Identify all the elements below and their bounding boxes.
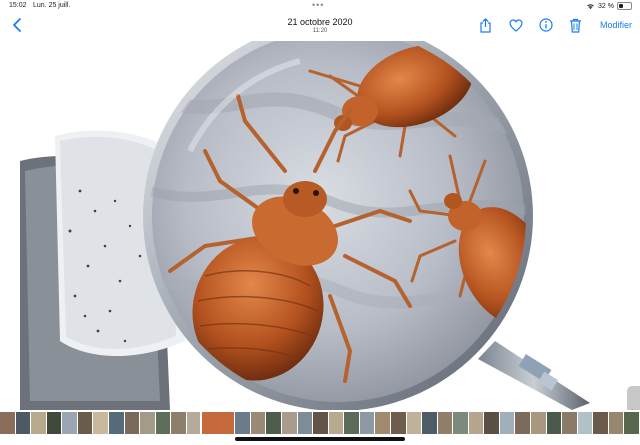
thumbnail[interactable]: [0, 412, 16, 434]
status-bar: 15:02 Lun. 25 juill. ••• 32 %: [0, 0, 640, 12]
thumbnail[interactable]: [484, 412, 500, 434]
thumbnail[interactable]: [282, 412, 298, 434]
info-icon: [539, 18, 553, 32]
multitasking-dots-icon[interactable]: •••: [312, 0, 324, 10]
thumbnail[interactable]: [390, 412, 407, 434]
edit-button[interactable]: Modifier: [600, 20, 632, 30]
delete-button[interactable]: [568, 17, 584, 33]
share-button[interactable]: [478, 17, 494, 33]
thumbnail[interactable]: [375, 412, 391, 434]
thumbnail[interactable]: [124, 412, 141, 434]
heart-icon: [509, 18, 523, 32]
share-icon: [480, 17, 492, 33]
thumbnail[interactable]: [266, 412, 283, 434]
thumbnail[interactable]: [562, 412, 578, 434]
thumbnail[interactable]: [546, 412, 563, 434]
thumbnail-selected[interactable]: [200, 412, 238, 434]
thumbnail[interactable]: [468, 412, 485, 434]
thumbnail[interactable]: [108, 412, 125, 434]
thumbnail[interactable]: [140, 412, 156, 434]
thumbnail[interactable]: [313, 412, 329, 434]
navigation-bar: 21 octobre 2020 11:20 Modifier: [0, 12, 640, 40]
thumbnail[interactable]: [31, 412, 47, 434]
toolbar-actions: Modifier: [478, 17, 632, 33]
thumbnail[interactable]: [15, 412, 32, 434]
thumbnail[interactable]: [186, 412, 203, 434]
thumbnail[interactable]: [328, 412, 345, 434]
thumbnail[interactable]: [453, 412, 469, 434]
battery-percent: 32 %: [598, 2, 614, 10]
info-button[interactable]: [538, 17, 554, 33]
thumbnail[interactable]: [437, 412, 454, 434]
thumbnail[interactable]: [515, 412, 532, 434]
status-date: Lun. 25 juill.: [33, 2, 71, 9]
thumbnail[interactable]: [422, 412, 438, 434]
thumbnail[interactable]: [171, 412, 187, 434]
sidebar-pull-handle[interactable]: ‹: [627, 386, 640, 410]
thumbnail[interactable]: [359, 412, 376, 434]
thumbnail[interactable]: [344, 412, 360, 434]
status-time: 15:02: [9, 2, 27, 9]
thumbnail[interactable]: [93, 412, 109, 434]
thumbnail-strip[interactable]: [0, 412, 640, 434]
wifi-icon: [587, 3, 594, 9]
thumbnail[interactable]: [77, 412, 94, 434]
battery-icon: [617, 2, 632, 10]
thumbnail[interactable]: [608, 412, 625, 434]
thumbnail[interactable]: [531, 412, 547, 434]
chevron-left-icon: ‹: [630, 406, 633, 410]
thumbnail[interactable]: [577, 412, 594, 434]
status-right-group: 32 %: [586, 2, 632, 10]
home-indicator[interactable]: [235, 437, 405, 441]
thumbnail[interactable]: [406, 412, 423, 434]
thumbnail[interactable]: [62, 412, 78, 434]
trash-icon: [570, 18, 582, 33]
thumbnail[interactable]: [499, 412, 516, 434]
thumbnail[interactable]: [155, 412, 172, 434]
thumbnail[interactable]: [235, 412, 251, 434]
thumbnail[interactable]: [46, 412, 63, 434]
photo-viewer[interactable]: ‹: [0, 41, 640, 410]
battery-level: [619, 4, 623, 8]
thumbnail[interactable]: [593, 412, 609, 434]
bed-bug-illustration: [20, 41, 590, 410]
thumbnail[interactable]: [624, 412, 640, 434]
thumbnail[interactable]: [297, 412, 314, 434]
thumbnail[interactable]: [250, 412, 267, 434]
favorite-button[interactable]: [508, 17, 524, 33]
